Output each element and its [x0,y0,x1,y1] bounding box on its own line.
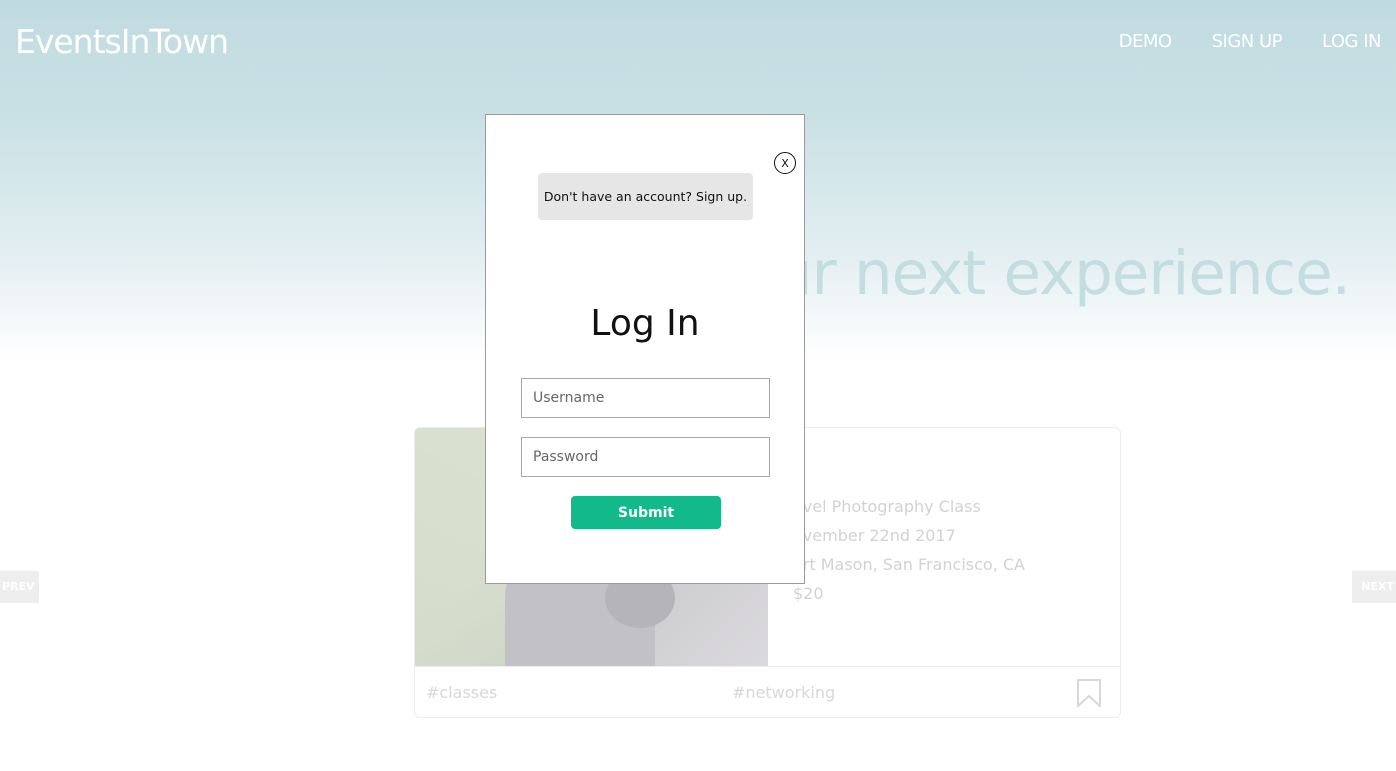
password-input[interactable] [521,437,770,477]
modal-title: Log In [590,303,700,344]
bookmark-icon[interactable] [1076,679,1102,707]
site-header: EventsInTown DEMO SIGN UP LOG IN [0,0,1396,90]
signup-link-button[interactable]: Don't have an account? Sign up. [538,173,753,220]
nav-log-in[interactable]: LOG IN [1322,31,1382,52]
login-modal: X Don't have an account? Sign up. Log In… [485,114,805,584]
event-date: ovember 22nd 2017 [793,526,956,545]
username-input[interactable] [521,378,770,418]
site-logo[interactable]: EventsInTown [15,22,229,61]
submit-button[interactable]: Submit [571,496,721,529]
next-button[interactable]: NEXT [1352,571,1396,603]
event-price: $20 [793,584,824,603]
event-location: ort Mason, San Francisco, CA [793,555,1025,574]
event-info: avel Photography Class ovember 22nd 2017… [793,492,1025,608]
close-button[interactable]: X [774,152,796,174]
event-card-footer: #classes #networking [415,666,1120,717]
tag-networking[interactable]: #networking [732,683,835,702]
event-title: avel Photography Class [793,497,981,516]
tag-classes[interactable]: #classes [426,683,497,702]
nav-demo[interactable]: DEMO [1119,31,1172,52]
nav-sign-up[interactable]: SIGN UP [1212,31,1283,52]
prev-button[interactable]: PREV [0,571,39,603]
top-nav: DEMO SIGN UP LOG IN [1119,31,1382,52]
